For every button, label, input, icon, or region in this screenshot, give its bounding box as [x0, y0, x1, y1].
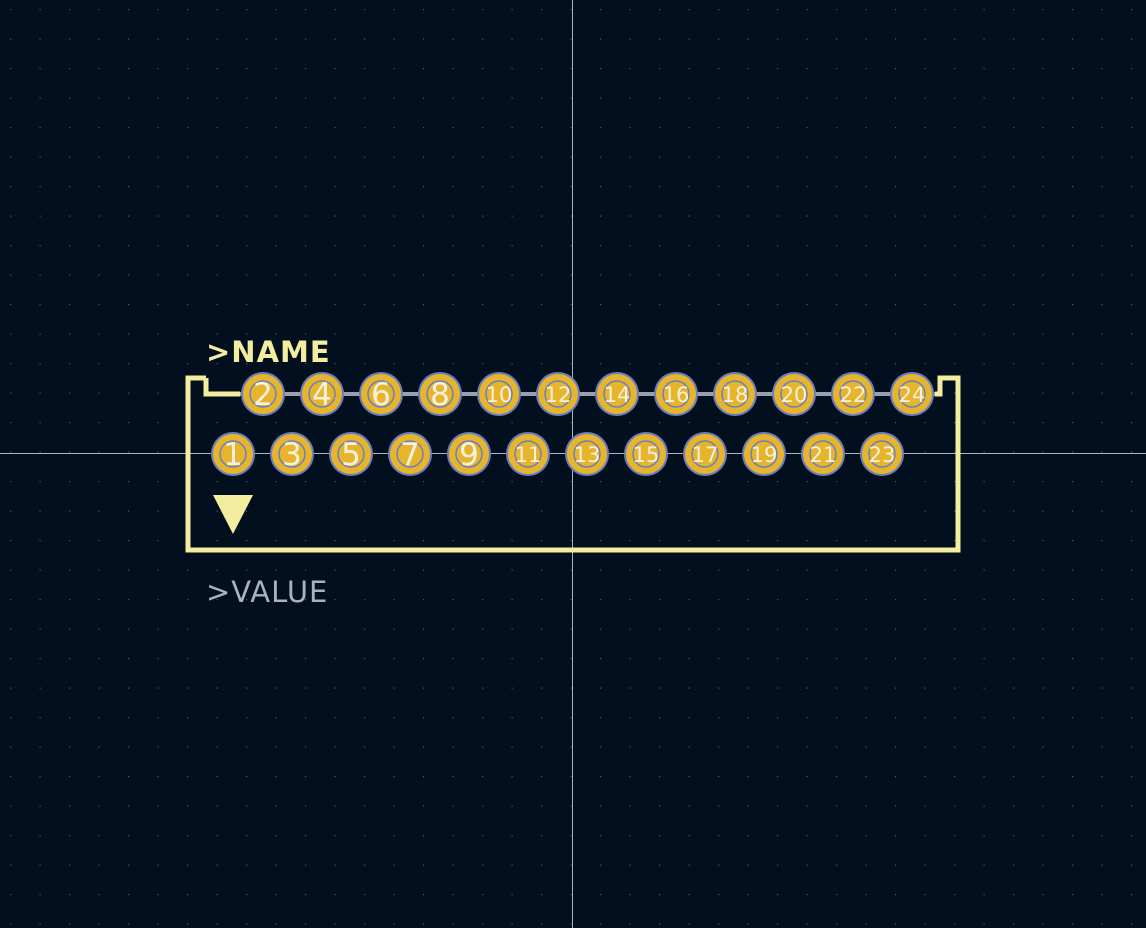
- pad-number: 12: [545, 383, 572, 407]
- pad-15[interactable]: 15: [624, 432, 668, 476]
- pad-2[interactable]: 2: [241, 372, 285, 416]
- pad-number: 17: [692, 443, 719, 467]
- pad-18[interactable]: 18: [713, 372, 757, 416]
- pad-12[interactable]: 12: [536, 372, 580, 416]
- pad-13[interactable]: 13: [565, 432, 609, 476]
- pad-10[interactable]: 10: [477, 372, 521, 416]
- pad-number: 18: [722, 383, 749, 407]
- pad-number: 23: [869, 443, 896, 467]
- pad-3[interactable]: 3: [270, 432, 314, 476]
- pad-number: 21: [810, 443, 837, 467]
- pad-24[interactable]: 24: [890, 372, 934, 416]
- pad-number: 13: [574, 443, 601, 467]
- pad-number: 16: [663, 383, 690, 407]
- reference-designator[interactable]: >NAME: [206, 335, 331, 369]
- pad-22[interactable]: 22: [831, 372, 875, 416]
- pad-23[interactable]: 23: [860, 432, 904, 476]
- footprint-editor-canvas[interactable]: >NAME >VALUE 2 4 6 8 10 12 14 16 18 20 22 24 135791…: [0, 0, 1146, 928]
- pad-number: 4: [312, 377, 332, 413]
- pad-6[interactable]: 6: [359, 372, 403, 416]
- pad-number: 20: [781, 383, 808, 407]
- pad-21[interactable]: 21: [801, 432, 845, 476]
- pad-number: 19: [751, 443, 778, 467]
- pad-19[interactable]: 19: [742, 432, 786, 476]
- pad-number: 5: [341, 437, 361, 473]
- pad-17[interactable]: 17: [683, 432, 727, 476]
- pad-number: 1: [223, 437, 243, 473]
- pad-number: 6: [371, 377, 391, 413]
- pad-number: 22: [840, 383, 867, 407]
- pad-number: 3: [282, 437, 302, 473]
- pad-8[interactable]: 8: [418, 372, 462, 416]
- pad-7[interactable]: 7: [388, 432, 432, 476]
- pad-number: 2: [253, 377, 273, 413]
- pad-9[interactable]: 9: [447, 432, 491, 476]
- pad-number: 11: [515, 443, 542, 467]
- pad-number: 9: [459, 437, 479, 473]
- value-field[interactable]: >VALUE: [206, 575, 328, 609]
- pad-14[interactable]: 14: [595, 372, 639, 416]
- pad-5[interactable]: 5: [329, 432, 373, 476]
- pad-number: 14: [604, 383, 631, 407]
- pcb-canvas[interactable]: >NAME >VALUE 2 4 6 8 10 12 14 16 18 20 22 24 135791…: [0, 0, 1146, 928]
- pad-number: 10: [486, 383, 513, 407]
- pad-16[interactable]: 16: [654, 372, 698, 416]
- pad-number: 7: [400, 437, 420, 473]
- pad-number: 15: [633, 443, 660, 467]
- pad-4[interactable]: 4: [300, 372, 344, 416]
- pad-11[interactable]: 11: [506, 432, 550, 476]
- pad-number: 24: [899, 383, 926, 407]
- pad-1[interactable]: 1: [211, 432, 255, 476]
- pad-20[interactable]: 20: [772, 372, 816, 416]
- pad-number: 8: [430, 377, 450, 413]
